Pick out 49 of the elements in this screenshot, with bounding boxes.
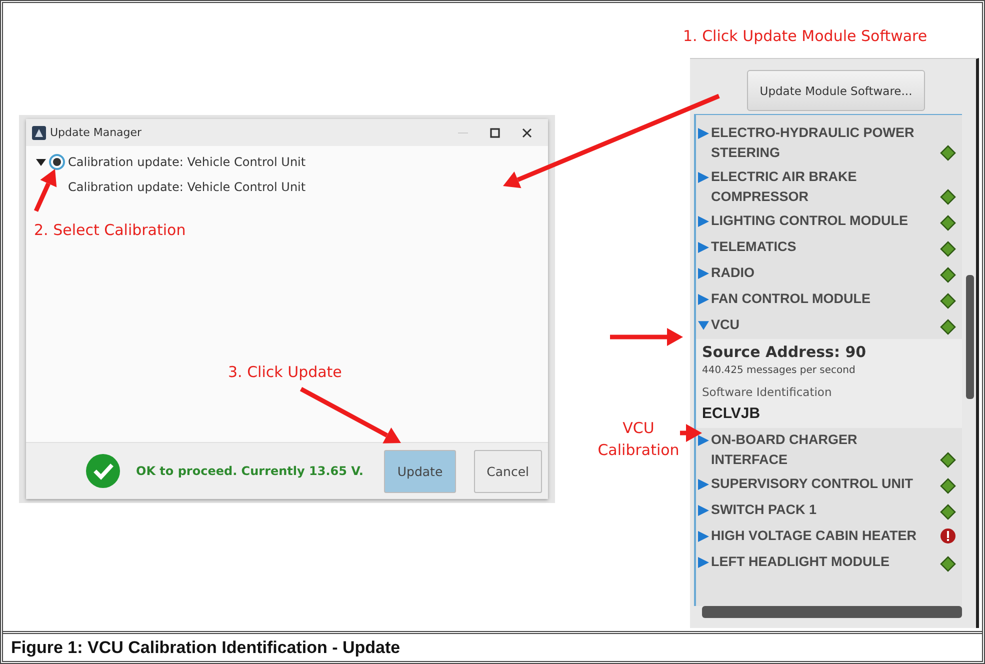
- software-id-label: Software Identification: [702, 385, 833, 399]
- update-button[interactable]: Update: [384, 450, 456, 492]
- tree-item-label[interactable]: Calibration update: Vehicle Control Unit: [68, 155, 306, 169]
- software-id-value: ECLVJB: [702, 405, 762, 422]
- collapsed-triangle-icon[interactable]: [698, 505, 709, 516]
- collapsed-triangle-icon[interactable]: [698, 268, 709, 279]
- radio-button[interactable]: [49, 154, 65, 170]
- module-name[interactable]: SUPERVISORY CONTROL UNIT: [709, 474, 921, 494]
- window-title: Update Manager: [50, 126, 142, 139]
- status-message: OK to proceed. Currently 13.65 V.: [136, 464, 364, 478]
- module-name[interactable]: FAN CONTROL MODULE: [709, 289, 921, 309]
- maximize-icon[interactable]: [490, 128, 500, 138]
- vertical-scrollbar[interactable]: [966, 275, 974, 399]
- annotation-text: 2. Select Calibration: [34, 221, 186, 239]
- module-name[interactable]: VCU: [709, 315, 921, 335]
- module-name[interactable]: SWITCH PACK 1: [709, 500, 921, 520]
- horizontal-scrollbar[interactable]: [702, 606, 962, 618]
- collapsed-triangle-icon[interactable]: [698, 479, 709, 490]
- module-name[interactable]: LEFT HEADLIGHT MODULE: [709, 552, 921, 572]
- collapsed-triangle-icon[interactable]: [698, 435, 709, 446]
- arrow: [34, 169, 57, 212]
- cancel-button[interactable]: Cancel: [474, 450, 542, 492]
- close-icon[interactable]: [522, 128, 532, 138]
- collapsed-triangle-icon[interactable]: [698, 557, 709, 568]
- annotation-text: VCU Calibration: [596, 418, 680, 461]
- message-rate: 440.425 messages per second: [702, 365, 856, 376]
- collapsed-triangle-icon[interactable]: [698, 531, 709, 542]
- update-module-software-button[interactable]: Update Module Software...: [747, 70, 925, 111]
- module-name[interactable]: ON-BOARD CHARGER INTERFACE: [709, 430, 921, 470]
- module-name[interactable]: ELECTRO-HYDRAULIC POWER STEERING: [709, 123, 921, 163]
- collapsed-triangle-icon[interactable]: [698, 128, 709, 139]
- caret-icon[interactable]: [36, 157, 46, 167]
- source-address: Source Address: 90: [702, 343, 868, 361]
- collapsed-triangle-icon[interactable]: [698, 242, 709, 253]
- collapsed-triangle-icon[interactable]: [698, 294, 709, 305]
- module-name[interactable]: HIGH VOLTAGE CABIN HEATER: [709, 526, 921, 546]
- collapsed-triangle-icon[interactable]: [698, 172, 709, 183]
- figure-caption: Figure 1: VCU Calibration Identification - Update: [3, 631, 982, 661]
- annotation-text: 3. Click Update: [228, 363, 342, 381]
- annotation-text: 1. Click Update Module Software: [683, 27, 928, 45]
- module-name[interactable]: LIGHTING CONTROL MODULE: [709, 211, 921, 231]
- arrow: [680, 424, 702, 442]
- app-logo-icon: [32, 126, 46, 140]
- expanded-triangle-icon[interactable]: [698, 320, 709, 331]
- module-name[interactable]: RADIO: [709, 263, 921, 283]
- module-name[interactable]: ELECTRIC AIR BRAKE COMPRESSOR: [709, 167, 921, 207]
- tree-item-label[interactable]: Calibration update: Vehicle Control Unit: [68, 180, 306, 194]
- module-name[interactable]: TELEMATICS: [709, 237, 921, 257]
- collapsed-triangle-icon[interactable]: [698, 216, 709, 227]
